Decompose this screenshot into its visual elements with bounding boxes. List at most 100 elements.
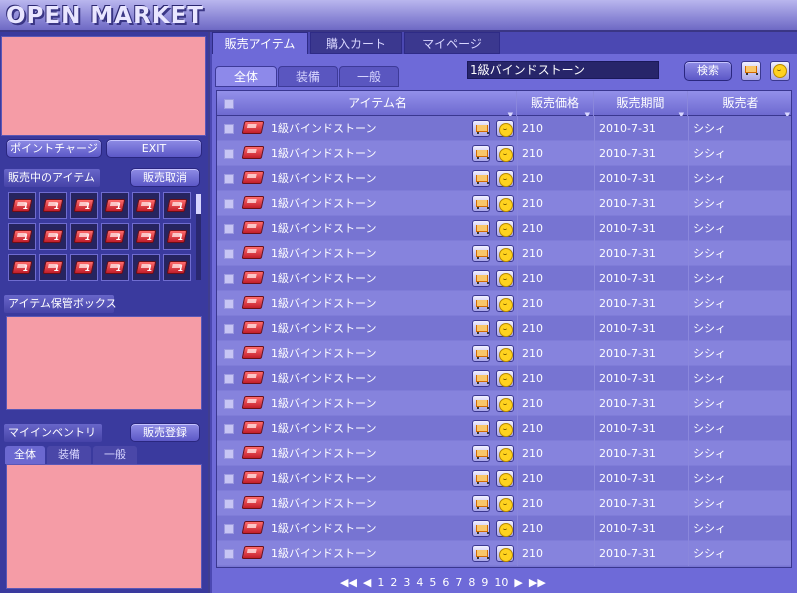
row-checkbox[interactable]	[224, 174, 234, 184]
point-charge-button[interactable]: ポイントチャージ	[6, 139, 102, 158]
smile-icon[interactable]	[496, 420, 514, 437]
filter-tab-all[interactable]: 全体	[215, 66, 277, 87]
selling-slot[interactable]: 1	[132, 192, 160, 219]
cart-icon[interactable]	[472, 120, 490, 137]
page-number[interactable]: 2	[390, 576, 397, 589]
cart-icon[interactable]	[472, 170, 490, 187]
first-page-icon[interactable]: ◀◀	[340, 576, 357, 589]
cart-icon[interactable]	[472, 145, 490, 162]
smile-icon[interactable]	[496, 220, 514, 237]
smile-icon[interactable]	[496, 245, 514, 262]
page-number[interactable]: 6	[442, 576, 449, 589]
row-checkbox[interactable]	[224, 274, 234, 284]
filter-tab-equip[interactable]: 装備	[278, 66, 338, 87]
table-row[interactable]: 1級バインドストーン 210 2010-7-31 シシィ	[217, 391, 791, 416]
row-checkbox[interactable]	[224, 224, 234, 234]
inv-tab-all[interactable]: 全体	[5, 446, 45, 464]
table-row[interactable]: 1級バインドストーン 210 2010-7-31 シシィ	[217, 316, 791, 341]
selling-slot[interactable]: 1	[8, 192, 36, 219]
row-checkbox[interactable]	[224, 199, 234, 209]
cart-icon[interactable]	[472, 520, 490, 537]
smile-icon[interactable]	[496, 395, 514, 412]
page-number[interactable]: 5	[429, 576, 436, 589]
page-number[interactable]: 7	[455, 576, 462, 589]
selling-slot[interactable]: 1	[163, 254, 191, 281]
cart-icon[interactable]	[472, 495, 490, 512]
selling-slot[interactable]: 1	[101, 223, 129, 250]
next-page-icon[interactable]: ▶	[514, 576, 522, 589]
selling-slot[interactable]: 1	[70, 223, 98, 250]
cart-icon[interactable]	[472, 245, 490, 262]
filter-tab-general[interactable]: 一般	[339, 66, 399, 87]
smile-icon[interactable]	[496, 470, 514, 487]
smile-icon[interactable]	[496, 320, 514, 337]
header-price[interactable]: 販売価格 ▼	[517, 91, 594, 119]
cart-icon[interactable]	[472, 395, 490, 412]
search-button[interactable]: 検索	[684, 61, 732, 81]
table-row[interactable]: 1級バインドストーン 210 2010-7-31 シシィ	[217, 491, 791, 516]
selling-slot[interactable]: 1	[101, 192, 129, 219]
cart-icon[interactable]	[472, 295, 490, 312]
last-page-icon[interactable]: ▶▶	[529, 576, 546, 589]
cart-icon[interactable]	[741, 61, 761, 81]
table-row[interactable]: 1級バインドストーン 210 2010-7-31 シシィ	[217, 141, 791, 166]
selling-slot[interactable]: 1	[39, 192, 67, 219]
cart-icon[interactable]	[472, 445, 490, 462]
page-number[interactable]: 1	[377, 576, 384, 589]
smile-icon[interactable]	[496, 370, 514, 387]
header-item-name[interactable]: アイテム名 ▼	[239, 91, 517, 119]
page-number[interactable]: 9	[481, 576, 488, 589]
search-input[interactable]: 1級バインドストーン	[467, 61, 659, 79]
table-row[interactable]: 1級バインドストーン 210 2010-7-31 シシィ	[217, 191, 791, 216]
table-row[interactable]: 1級バインドストーン 210 2010-7-31 シシィ	[217, 216, 791, 241]
tab-my-page[interactable]: マイページ	[404, 32, 500, 54]
table-row[interactable]: 1級バインドストーン 210 2010-7-31 シシィ	[217, 466, 791, 491]
cart-icon[interactable]	[472, 545, 490, 562]
inv-tab-equip[interactable]: 装備	[47, 446, 91, 464]
row-checkbox[interactable]	[224, 299, 234, 309]
cart-icon[interactable]	[472, 345, 490, 362]
selling-slot[interactable]: 1	[70, 254, 98, 281]
smile-icon[interactable]	[496, 545, 514, 562]
cart-icon[interactable]	[472, 195, 490, 212]
cart-icon[interactable]	[472, 370, 490, 387]
table-row[interactable]: 1級バインドストーン 210 2010-7-31 シシィ	[217, 516, 791, 541]
smile-icon[interactable]	[770, 61, 790, 81]
row-checkbox[interactable]	[224, 399, 234, 409]
tab-purchase-cart[interactable]: 購入カート	[310, 32, 402, 54]
page-number[interactable]: 8	[468, 576, 475, 589]
table-row[interactable]: 1級バインドストーン 210 2010-7-31 シシィ	[217, 241, 791, 266]
table-row[interactable]: 1級バインドストーン 210 2010-7-31 シシィ	[217, 541, 791, 566]
exit-button[interactable]: EXIT	[106, 139, 202, 158]
cart-icon[interactable]	[472, 270, 490, 287]
selling-slot[interactable]: 1	[8, 223, 36, 250]
row-checkbox[interactable]	[224, 374, 234, 384]
smile-icon[interactable]	[496, 445, 514, 462]
smile-icon[interactable]	[496, 270, 514, 287]
row-checkbox[interactable]	[224, 499, 234, 509]
smile-icon[interactable]	[496, 295, 514, 312]
cancel-sale-button[interactable]: 販売取消	[130, 168, 200, 187]
table-row[interactable]: 1級バインドストーン 210 2010-7-31 シシィ	[217, 441, 791, 466]
selling-slot[interactable]: 1	[163, 192, 191, 219]
table-row[interactable]: 1級バインドストーン 210 2010-7-31 シシィ	[217, 166, 791, 191]
selling-slot[interactable]: 1	[8, 254, 36, 281]
table-row[interactable]: 1級バインドストーン 210 2010-7-31 シシィ	[217, 416, 791, 441]
cart-icon[interactable]	[472, 470, 490, 487]
prev-page-icon[interactable]: ◀	[363, 576, 371, 589]
selling-slot[interactable]: 1	[132, 254, 160, 281]
row-checkbox[interactable]	[224, 324, 234, 334]
smile-icon[interactable]	[496, 495, 514, 512]
smile-icon[interactable]	[496, 120, 514, 137]
row-checkbox[interactable]	[224, 349, 234, 359]
selling-scrollbar[interactable]	[196, 194, 201, 280]
cart-icon[interactable]	[472, 320, 490, 337]
row-checkbox[interactable]	[224, 474, 234, 484]
selling-slot[interactable]: 1	[163, 223, 191, 250]
smile-icon[interactable]	[496, 520, 514, 537]
row-checkbox[interactable]	[224, 149, 234, 159]
cart-icon[interactable]	[472, 220, 490, 237]
selling-slot[interactable]: 1	[39, 223, 67, 250]
smile-icon[interactable]	[496, 195, 514, 212]
selling-slot[interactable]: 1	[70, 192, 98, 219]
